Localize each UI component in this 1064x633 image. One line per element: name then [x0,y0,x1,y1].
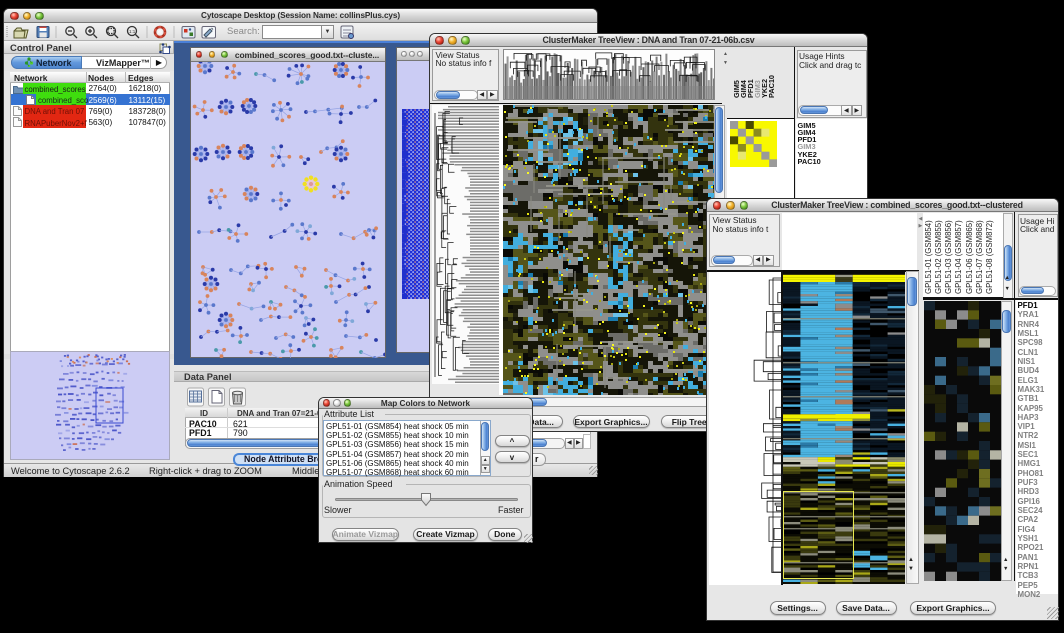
svg-text:1:1: 1:1 [129,29,136,34]
